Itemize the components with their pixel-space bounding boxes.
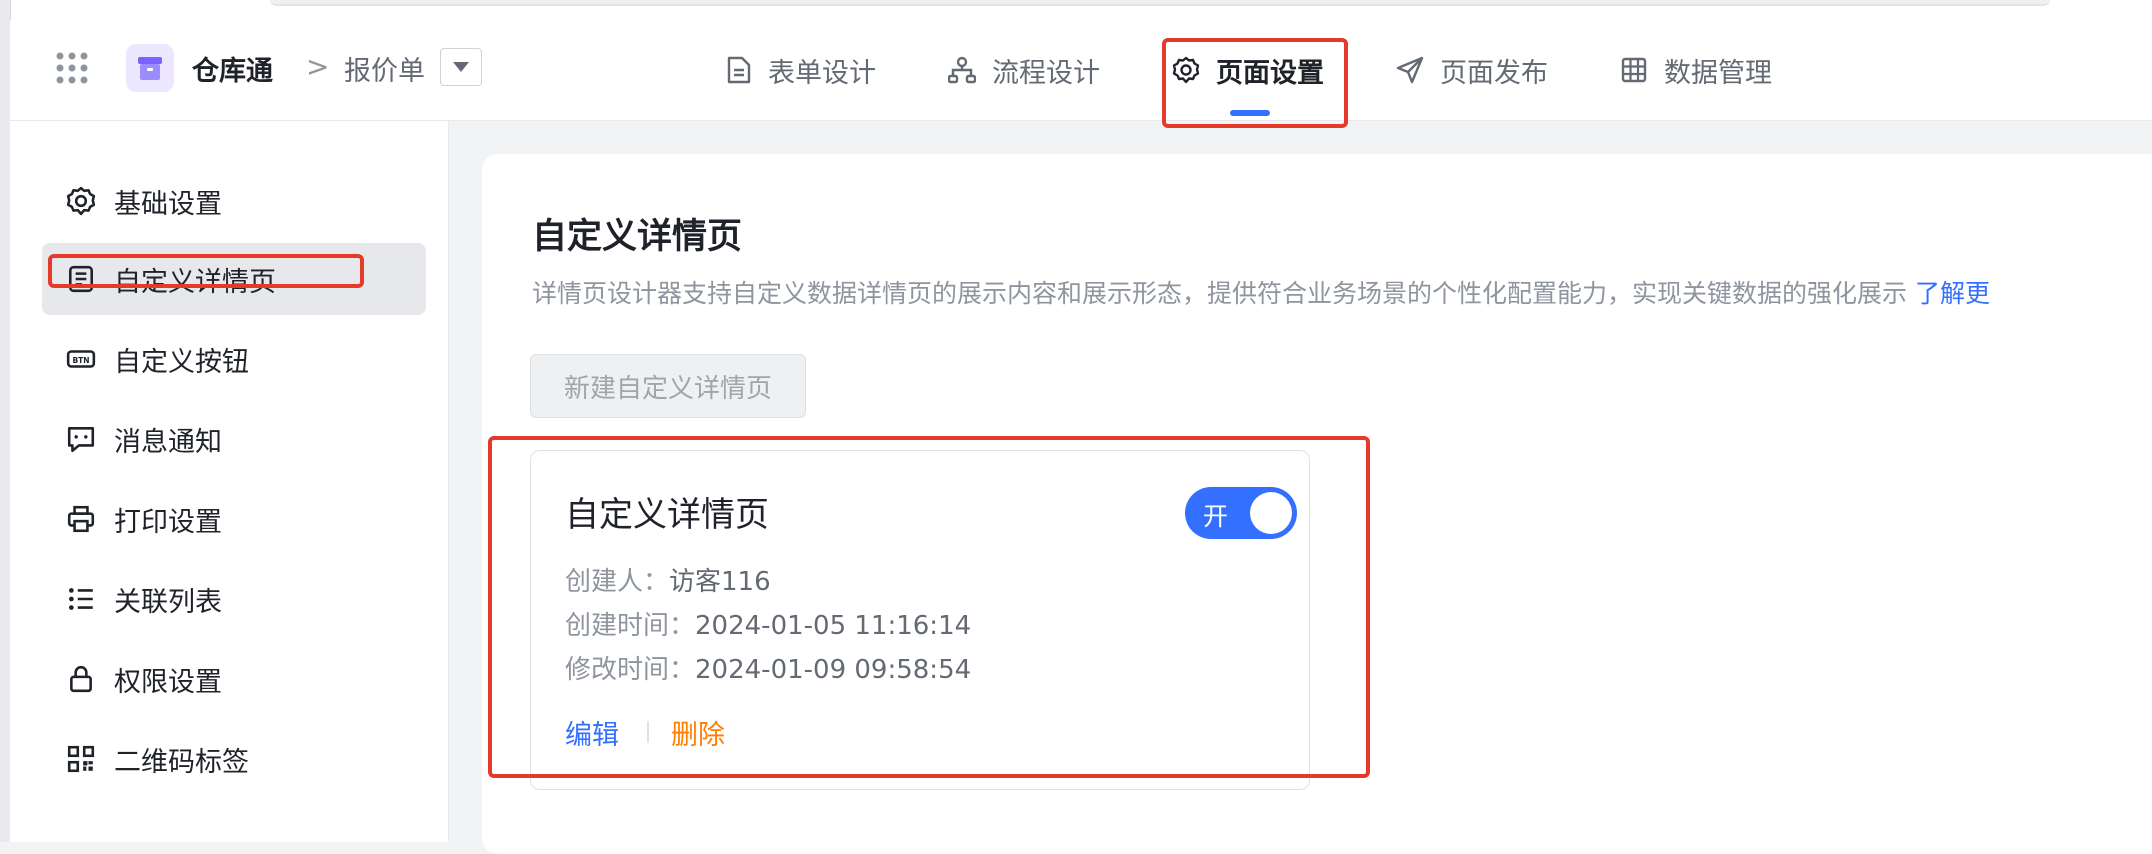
form-switch-dropdown[interactable] xyxy=(440,48,482,86)
sidebar-item-custom-detail-page[interactable]: 自定义详情页 xyxy=(42,243,426,315)
detail-page-card: 自定义详情页 开 创建人：访客116 创建时间：2024-01-05 11:16… xyxy=(530,450,1310,790)
tab-data-management[interactable]: 数据管理 xyxy=(1620,50,1772,90)
tab-page-publish[interactable]: 页面发布 xyxy=(1396,50,1548,90)
action-divider xyxy=(647,721,649,743)
created-time-info: 创建时间：2024-01-05 11:16:14 xyxy=(565,605,971,642)
creator-value: 访客116 xyxy=(669,567,771,597)
created-value: 2024-01-05 11:16:14 xyxy=(695,611,972,641)
document-icon xyxy=(727,56,751,84)
form-name[interactable]: 报价单 xyxy=(344,49,425,88)
tab-form-design[interactable]: 表单设计 xyxy=(726,50,876,90)
app-name[interactable]: 仓库通 xyxy=(192,49,273,88)
breadcrumb-separator: > xyxy=(306,50,330,83)
tab-label: 流程设计 xyxy=(992,57,1100,89)
qrcode-icon xyxy=(67,745,95,773)
warehouse-box-icon xyxy=(138,57,162,80)
svg-text:BTN: BTN xyxy=(72,356,89,365)
tab-page-settings[interactable]: 页面设置 xyxy=(1172,50,1324,90)
caret-down-icon xyxy=(453,62,469,72)
browser-top-strip xyxy=(0,0,2152,20)
lock-icon xyxy=(70,666,92,693)
sidebar-item-custom-button[interactable]: BTN 自定义按钮 xyxy=(42,323,426,395)
sidebar-item-label: 二维码标签 xyxy=(114,746,249,778)
apps-grid-icon[interactable] xyxy=(54,50,90,86)
enable-toggle[interactable]: 开 xyxy=(1185,487,1297,539)
active-tab-indicator xyxy=(1230,110,1270,116)
app-header: 仓库通 > 报价单 表单设计 流程设计 页面设置 页面发布 数据管理 xyxy=(10,20,2152,121)
tab-label: 数据管理 xyxy=(1664,57,1772,89)
settings-sidebar: 基础设置 自定义详情页 BTN 自定义按钮 消息通知 打印设置 关联列表 权限设… xyxy=(10,121,449,842)
sidebar-item-label: 基础设置 xyxy=(114,188,222,220)
gear-icon xyxy=(1172,56,1200,84)
tab-label: 页面发布 xyxy=(1440,57,1548,89)
sidebar-item-label: 自定义按钮 xyxy=(114,346,249,378)
flowchart-icon xyxy=(948,56,976,84)
sidebar-item-label: 关联列表 xyxy=(114,586,222,618)
modified-label: 修改时间： xyxy=(565,655,696,685)
tab-label: 表单设计 xyxy=(768,57,876,89)
sidebar-item-label: 打印设置 xyxy=(114,506,222,538)
sidebar-item-related-list[interactable]: 关联列表 xyxy=(42,563,426,635)
btn-icon: BTN xyxy=(66,350,96,368)
toggle-knob xyxy=(1250,492,1292,534)
toggle-on-label: 开 xyxy=(1203,502,1229,531)
sidebar-item-label: 权限设置 xyxy=(114,666,222,698)
tab-label: 页面设置 xyxy=(1216,57,1324,89)
page-description: 详情页设计器支持自定义数据详情页的展示内容和展示形态，提供符合业务场景的个性化配… xyxy=(532,274,1990,310)
list-icon xyxy=(69,588,93,610)
sidebar-item-print-settings[interactable]: 打印设置 xyxy=(42,483,426,555)
gear-icon xyxy=(66,186,96,216)
sidebar-item-label: 消息通知 xyxy=(114,426,222,458)
edit-link[interactable]: 编辑 xyxy=(565,713,619,752)
sidebar-item-label: 自定义详情页 xyxy=(114,266,276,298)
sidebar-item-permission-settings[interactable]: 权限设置 xyxy=(42,643,426,715)
learn-more-link[interactable]: 了解更 xyxy=(1915,279,1990,308)
created-label: 创建时间： xyxy=(565,611,696,641)
tab-flow-design[interactable]: 流程设计 xyxy=(948,50,1100,90)
description-text: 详情页设计器支持自定义数据详情页的展示内容和展示形态，提供符合业务场景的个性化配… xyxy=(532,279,1908,308)
app-logo xyxy=(126,44,174,92)
modified-time-info: 修改时间：2024-01-09 09:58:54 xyxy=(565,649,971,686)
modified-value: 2024-01-09 09:58:54 xyxy=(695,655,972,685)
address-bar-edge xyxy=(270,0,2050,6)
table-icon xyxy=(1621,57,1647,83)
sidebar-item-message-notify[interactable]: 消息通知 xyxy=(42,403,426,475)
creator-info: 创建人：访客116 xyxy=(565,561,771,598)
detail-page-icon xyxy=(69,265,93,293)
delete-link[interactable]: 删除 xyxy=(671,713,725,752)
page-title: 自定义详情页 xyxy=(532,217,743,257)
main-content-panel: 自定义详情页 详情页设计器支持自定义数据详情页的展示内容和展示形态，提供符合业务… xyxy=(482,154,2152,854)
sidebar-item-qrcode-label[interactable]: 二维码标签 xyxy=(42,723,426,795)
new-custom-detail-page-button[interactable]: 新建自定义详情页 xyxy=(530,354,806,418)
printer-icon xyxy=(67,505,95,533)
sidebar-item-basic-settings[interactable]: 基础设置 xyxy=(42,165,426,237)
card-title: 自定义详情页 xyxy=(565,495,769,535)
send-icon xyxy=(1396,56,1424,84)
message-icon xyxy=(67,427,95,453)
creator-label: 创建人： xyxy=(565,567,670,597)
